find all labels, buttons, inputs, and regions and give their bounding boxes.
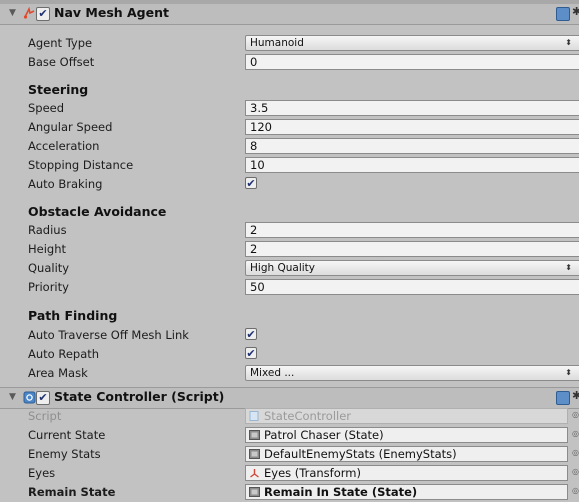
enemy-stats-field[interactable]: DefaultEnemyStats (EnemyStats) <box>245 446 568 462</box>
speed-row: Speed 3.5 <box>0 99 579 118</box>
quality-dropdown[interactable]: High Quality ⬍ <box>245 260 579 276</box>
obstacle-avoidance-heading: Obstacle Avoidance <box>28 204 167 219</box>
quality-value: High Quality <box>250 262 315 274</box>
object-picker-icon[interactable]: ◎ <box>572 429 579 439</box>
area-mask-dropdown[interactable]: Mixed ... ⬍ <box>245 365 579 381</box>
component-title: Nav Mesh Agent <box>54 5 169 20</box>
gear-icon[interactable]: ✱ <box>572 389 579 402</box>
auto-repath-row: Auto Repath ✔ <box>0 345 579 364</box>
current-state-value: Patrol Chaser (State) <box>264 428 384 442</box>
auto-braking-label: Auto Braking <box>28 177 103 191</box>
area-mask-label: Area Mask <box>28 366 88 380</box>
priority-label[interactable]: Priority <box>28 280 69 294</box>
help-book-icon[interactable] <box>556 7 570 21</box>
path-finding-heading: Path Finding <box>28 308 118 323</box>
fold-arrow-icon[interactable]: ▼ <box>9 8 16 18</box>
script-row: Script StateController ◎ <box>0 407 579 426</box>
area-mask-row: Area Mask Mixed ... ⬍ <box>0 364 579 383</box>
asset-icon <box>249 430 260 440</box>
current-state-label: Current State <box>28 428 106 442</box>
nav-mesh-agent-icon <box>23 7 35 19</box>
asset-icon <box>249 449 260 459</box>
auto-traverse-row: Auto Traverse Off Mesh Link ✔ <box>0 326 579 345</box>
radius-label[interactable]: Radius <box>28 223 67 237</box>
transform-icon <box>250 469 259 478</box>
current-state-row: Current State Patrol Chaser (State) ◎ <box>0 426 579 445</box>
base-offset-row: Base Offset 0 <box>0 53 579 72</box>
component-title: State Controller (Script) <box>54 389 225 404</box>
script-value: StateController <box>264 409 352 423</box>
base-offset-field[interactable]: 0 <box>245 54 579 70</box>
current-state-field[interactable]: Patrol Chaser (State) <box>245 427 568 443</box>
eyes-label: Eyes <box>28 466 56 480</box>
steering-heading: Steering <box>28 82 89 97</box>
priority-row: Priority 50 <box>0 278 579 297</box>
state-controller-header[interactable]: ▼ ✔ State Controller (Script) ✱ <box>0 387 579 409</box>
auto-braking-row: Auto Braking ✔ <box>0 175 579 194</box>
stopping-distance-row: Stopping Distance 10 <box>0 156 579 175</box>
base-offset-label[interactable]: Base Offset <box>28 55 94 69</box>
agent-type-label: Agent Type <box>28 36 93 50</box>
eyes-field[interactable]: Eyes (Transform) <box>245 465 568 481</box>
gear-icon[interactable]: ✱ <box>572 5 579 18</box>
asset-icon <box>249 487 260 497</box>
dropdown-arrow-icon: ⬍ <box>565 368 572 377</box>
auto-traverse-label: Auto Traverse Off Mesh Link <box>28 328 189 342</box>
acceleration-field[interactable]: 8 <box>245 138 579 154</box>
priority-field[interactable]: 50 <box>245 279 579 295</box>
remain-state-row: Remain State Remain In State (State) ◎ <box>0 483 579 502</box>
auto-repath-label: Auto Repath <box>28 347 100 361</box>
speed-field[interactable]: 3.5 <box>245 100 579 116</box>
object-picker-icon[interactable]: ◎ <box>572 467 579 477</box>
enemy-stats-value: DefaultEnemyStats (EnemyStats) <box>264 447 457 461</box>
script-label: Script <box>28 409 62 423</box>
remain-state-label: Remain State <box>28 485 116 499</box>
dropdown-arrow-icon: ⬍ <box>565 263 572 272</box>
object-picker-icon: ◎ <box>572 410 579 419</box>
speed-label[interactable]: Speed <box>28 101 64 115</box>
height-label[interactable]: Height <box>28 242 66 256</box>
agent-type-row: Agent Type Humanoid ⬍ <box>0 34 579 53</box>
stopping-distance-field[interactable]: 10 <box>245 157 579 173</box>
nav-mesh-agent-enabled-checkbox[interactable]: ✔ <box>36 7 50 21</box>
nav-mesh-agent-header[interactable]: ▼ ✔ Nav Mesh Agent ✱ <box>0 4 579 25</box>
agent-type-dropdown[interactable]: Humanoid ⬍ <box>245 35 579 51</box>
eyes-row: Eyes Eyes (Transform) ◎ <box>0 464 579 483</box>
agent-type-value: Humanoid <box>250 37 304 49</box>
height-row: Height 2 <box>0 240 579 259</box>
eyes-value: Eyes (Transform) <box>264 466 361 480</box>
acceleration-label[interactable]: Acceleration <box>28 139 99 153</box>
remain-state-value: Remain In State (State) <box>264 485 418 499</box>
remain-state-field[interactable]: Remain In State (State) <box>245 484 568 500</box>
object-picker-icon[interactable]: ◎ <box>572 448 579 458</box>
radius-row: Radius 2 <box>0 221 579 240</box>
quality-row: Quality High Quality ⬍ <box>0 259 579 278</box>
fold-arrow-icon[interactable]: ▼ <box>9 392 16 402</box>
angular-speed-label[interactable]: Angular Speed <box>28 120 112 134</box>
script-icon <box>23 391 36 404</box>
auto-traverse-checkbox[interactable]: ✔ <box>245 328 257 340</box>
object-picker-icon[interactable]: ◎ <box>572 486 579 496</box>
radius-field[interactable]: 2 <box>245 222 579 238</box>
help-book-icon[interactable] <box>556 391 570 405</box>
acceleration-row: Acceleration 8 <box>0 137 579 156</box>
script-file-icon <box>249 411 259 421</box>
quality-label: Quality <box>28 261 70 275</box>
stopping-distance-label[interactable]: Stopping Distance <box>28 158 133 172</box>
angular-speed-field[interactable]: 120 <box>245 119 579 135</box>
angular-speed-row: Angular Speed 120 <box>0 118 579 137</box>
height-field[interactable]: 2 <box>245 241 579 257</box>
enemy-stats-label: Enemy Stats <box>28 447 101 461</box>
auto-repath-checkbox[interactable]: ✔ <box>245 347 257 359</box>
enemy-stats-row: Enemy Stats DefaultEnemyStats (EnemyStat… <box>0 445 579 464</box>
dropdown-arrow-icon: ⬍ <box>565 38 572 47</box>
state-controller-enabled-checkbox[interactable]: ✔ <box>36 391 50 405</box>
auto-braking-checkbox[interactable]: ✔ <box>245 177 257 189</box>
script-field: StateController <box>245 408 568 424</box>
area-mask-value: Mixed ... <box>250 367 295 379</box>
